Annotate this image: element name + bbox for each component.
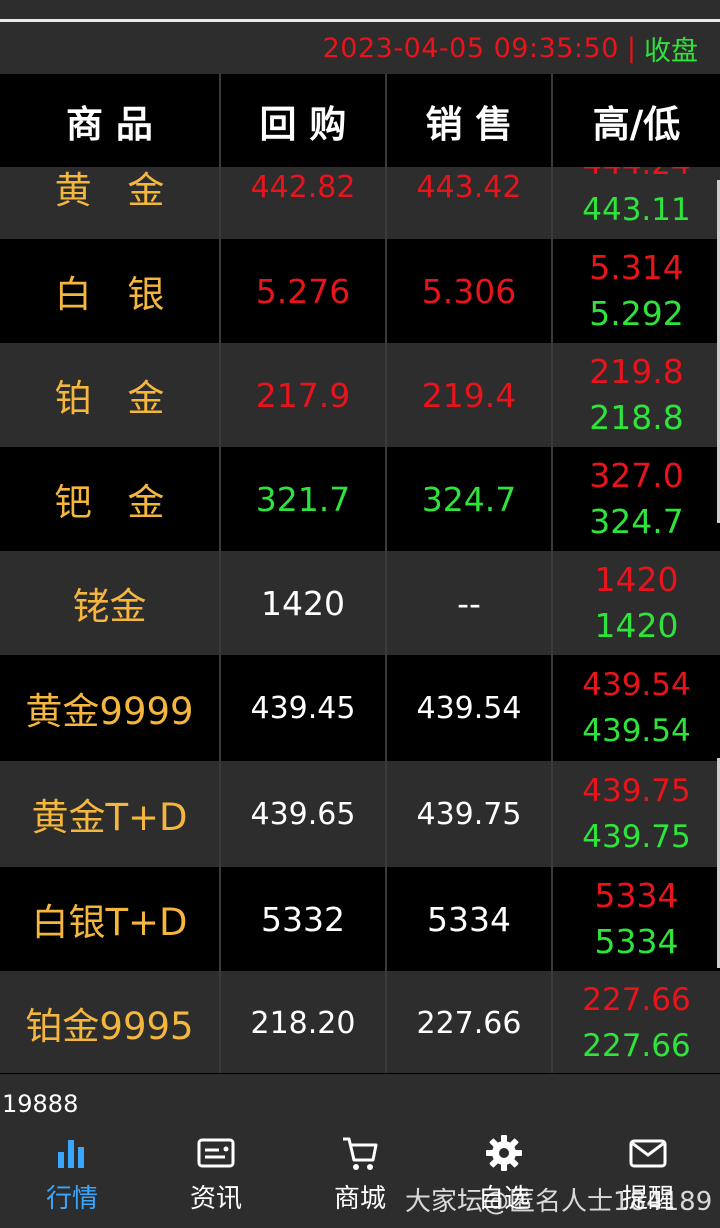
product-name: 白银T+D (31, 901, 188, 944)
table-row[interactable]: 黄金9999 439.45 439.54 439.54 439.54 (0, 655, 720, 761)
high-price: 5.314 (589, 248, 684, 287)
market-state: 收盘 (644, 35, 698, 67)
table-row[interactable]: 白银T+D 5332 5334 5334 5334 (0, 867, 720, 971)
sell-price: 5.306 (421, 271, 517, 311)
buy-price: 5.276 (255, 271, 351, 311)
high-price: 327.0 (589, 456, 684, 495)
sell-price: 439.75 (416, 796, 522, 832)
high-price: 444.24 (582, 167, 690, 187)
high-price: 1420 (594, 560, 679, 599)
nav-label-shop: 商城 (333, 1184, 386, 1214)
buy-price: 439.65 (250, 796, 356, 832)
low-price: 1420 (594, 606, 679, 645)
sell-price: 439.54 (416, 690, 522, 726)
top-bar (0, 0, 720, 22)
header-high-low: 高/低 (592, 102, 681, 146)
status-bar: 2023-04-05 09:35:50 | 收盘 (0, 22, 720, 74)
high-price: 219.8 (589, 352, 684, 391)
table-row[interactable]: 铂金9995 218.20 227.66 227.66 227.66 (0, 971, 720, 1073)
low-price: 218.8 (589, 398, 684, 437)
header-buy: 回 购 (221, 74, 387, 167)
table-row[interactable]: 铑金 1420 -- 1420 1420 (0, 551, 720, 655)
nav-label-news: 资讯 (189, 1184, 242, 1214)
update-datetime: 2023-04-05 09:35:50 (322, 32, 619, 64)
watermark: 大家坛@匿名人士184189 (405, 1187, 713, 1217)
buy-price: 439.45 (250, 690, 356, 726)
product-name: 钯 金 (54, 481, 177, 524)
ticker-text: 19888 (0, 1074, 720, 1126)
high-price: 439.75 (582, 773, 691, 809)
quote-rows: 黄 金 442.82 443.42 444.24 443.11 白 银 5.27… (0, 167, 720, 1073)
product-name: 白 银 (54, 273, 177, 316)
sell-price: 219.4 (421, 375, 517, 415)
bar-chart-icon (58, 1140, 84, 1168)
nav-label-market: 行情 (45, 1184, 98, 1214)
low-price: 5334 (594, 922, 679, 961)
sell-price: 5334 (427, 899, 511, 939)
product-name: 铂 金 (54, 377, 177, 420)
low-price: 324.7 (589, 502, 684, 541)
product-name: 黄金T+D (31, 796, 188, 839)
low-price: 227.66 (582, 1028, 691, 1064)
product-name: 铂金9995 (25, 1005, 194, 1048)
buy-price: 442.82 (250, 169, 356, 205)
cart-icon (343, 1137, 378, 1170)
sell-price: 443.42 (416, 169, 522, 205)
low-price: 439.54 (582, 713, 691, 749)
product-name: 黄金9999 (25, 690, 194, 733)
news-icon (197, 1138, 235, 1168)
table-row[interactable]: 铂 金 217.9 219.4 219.8 218.8 (0, 343, 720, 447)
buy-price: 217.9 (255, 375, 351, 415)
product-name: 黄 金 (54, 169, 177, 212)
status-separator: | (626, 32, 636, 64)
mail-icon (629, 1139, 667, 1168)
sell-price: 227.66 (416, 1005, 522, 1041)
buy-price: 1420 (261, 583, 345, 623)
table-row[interactable]: 黄 金 442.82 443.42 444.24 443.11 (0, 167, 720, 239)
sell-price: 324.7 (421, 479, 517, 519)
buy-price: 5332 (261, 899, 345, 939)
table-header: 商 品 回 购 销 售 高/低 (0, 74, 720, 167)
nav-tab-news[interactable]: 资讯 (144, 1122, 288, 1228)
sell-price: -- (457, 583, 481, 623)
buy-price: 321.7 (255, 479, 351, 519)
buy-price: 218.20 (250, 1005, 356, 1041)
table-row[interactable]: 钯 金 321.7 324.7 327.0 324.7 (0, 447, 720, 551)
nav-tab-market[interactable]: 行情 (0, 1122, 144, 1228)
header-product: 商 品 (0, 74, 221, 167)
header-sell: 销 售 (387, 74, 553, 167)
product-name: 铑金 (72, 585, 147, 628)
high-price: 227.66 (582, 982, 691, 1018)
gear-icon (486, 1135, 522, 1171)
high-price: 439.54 (582, 667, 691, 703)
table-row[interactable]: 白 银 5.276 5.306 5.314 5.292 (0, 239, 720, 343)
low-price: 5.292 (589, 294, 684, 333)
quote-table[interactable]: 黄 金 442.82 443.42 444.24 443.11 白 银 5.27… (0, 167, 720, 1073)
high-price: 5334 (594, 876, 679, 915)
low-price: 443.11 (582, 192, 691, 228)
table-row[interactable]: 黄金T+D 439.65 439.75 439.75 439.75 (0, 761, 720, 867)
low-price: 439.75 (582, 819, 691, 855)
ticker-number: 19888 (2, 1090, 79, 1118)
